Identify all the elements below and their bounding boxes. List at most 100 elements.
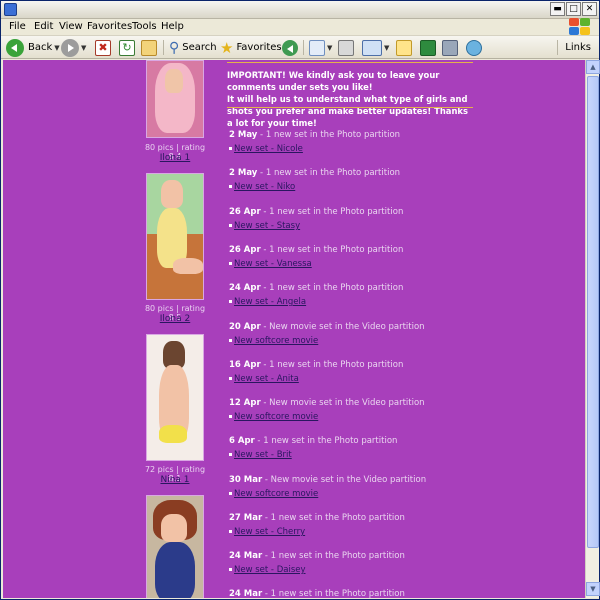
bullet-icon	[229, 492, 232, 495]
star-icon: ★	[220, 38, 234, 57]
window-controls: ▬ □ ✕	[550, 2, 597, 16]
bullet-icon	[229, 224, 232, 227]
bullet-icon	[229, 453, 232, 456]
news-item: 24 Mar - 1 new set in the Photo partitio…	[229, 589, 405, 598]
menu-favorites[interactable]: Favorites	[87, 21, 132, 32]
discuss-button[interactable]	[396, 38, 412, 57]
history-icon	[282, 39, 298, 56]
edit-button[interactable]: ▼	[362, 38, 389, 57]
model-thumbnail[interactable]	[146, 334, 204, 461]
edit-dropdown-icon[interactable]: ▼	[384, 44, 389, 52]
news-item: 12 Apr - New movie set in the Video part…	[229, 398, 425, 422]
news-link[interactable]: New set - Vanessa	[234, 259, 312, 269]
model-thumbnail[interactable]	[146, 60, 204, 138]
menu-edit[interactable]: Edit	[34, 21, 53, 32]
grid-icon	[420, 39, 436, 56]
browser-window: ▬ □ ✕ File Edit View Favorites Tools Hel…	[0, 0, 600, 600]
news-link[interactable]: New set - Stasy	[234, 221, 300, 231]
scroll-down-icon[interactable]: ▼	[586, 582, 600, 596]
back-button[interactable]: Back ▼	[6, 38, 60, 57]
mail-button[interactable]: ▼	[309, 38, 332, 57]
print-button[interactable]	[338, 38, 354, 57]
news-link[interactable]: New set - Daisey	[234, 565, 306, 575]
bullet-icon	[229, 300, 232, 303]
news-link[interactable]: New set - Niko	[234, 182, 295, 192]
maximize-button[interactable]: □	[566, 2, 581, 16]
news-item: 24 Mar - 1 new set in the Photo partitio…	[229, 551, 405, 575]
news-item: 6 Apr - 1 new set in the Photo partition…	[229, 436, 398, 460]
back-arrow-icon	[6, 38, 24, 57]
windows-logo-icon	[567, 17, 593, 37]
news-link[interactable]: New softcore movie	[234, 489, 318, 499]
news-item: 2 May - 1 new set in the Photo partition…	[229, 130, 401, 154]
history-button[interactable]	[282, 38, 298, 57]
news-item: 27 Mar - 1 new set in the Photo partitio…	[229, 513, 405, 537]
home-button[interactable]	[141, 38, 157, 57]
favorites-button[interactable]: ★ Favorites	[220, 38, 282, 57]
news-item: 26 Apr - 1 new set in the Photo partitio…	[229, 207, 404, 231]
news-link[interactable]: New set - Cherry	[234, 527, 305, 537]
bullet-icon	[229, 377, 232, 380]
scroll-up-icon[interactable]: ▲	[586, 60, 600, 74]
news-item: 16 Apr - 1 new set in the Photo partitio…	[229, 360, 404, 384]
mail-icon	[309, 39, 325, 56]
news-link[interactable]: New set - Nicole	[234, 144, 303, 154]
toolbar-separator	[163, 40, 164, 55]
menu-tools[interactable]: Tools	[132, 21, 157, 32]
research-icon	[442, 39, 458, 56]
search-button[interactable]: ⚲ Search	[169, 38, 217, 57]
model-thumbnail[interactable]	[146, 495, 204, 598]
note-icon	[396, 39, 412, 56]
back-dropdown-icon[interactable]: ▼	[54, 44, 59, 52]
toolbar-separator	[557, 40, 558, 55]
research-button[interactable]	[442, 38, 458, 57]
refresh-button[interactable]: ↻	[119, 38, 135, 57]
page-content: 80 pics | rating 8.4 Ilona 1 80 pics | r…	[3, 60, 585, 598]
home-icon	[141, 39, 157, 56]
vertical-scrollbar[interactable]: ▲ ▼	[585, 60, 600, 598]
bullet-icon	[229, 530, 232, 533]
minimize-button[interactable]: ▬	[550, 2, 565, 16]
news-link[interactable]: New softcore movie	[234, 336, 318, 346]
bullet-icon	[229, 147, 232, 150]
stop-icon: ✖	[95, 39, 111, 56]
news-item: 24 Apr - 1 new set in the Photo partitio…	[229, 283, 404, 307]
news-item: 20 Apr - New movie set in the Video part…	[229, 322, 425, 346]
model-link[interactable]: Ilona 2	[140, 314, 210, 324]
contacts-button[interactable]	[466, 38, 482, 57]
news-link[interactable]: New set - Angela	[234, 297, 306, 307]
news-link[interactable]: New set - Brit	[234, 450, 292, 460]
bullet-icon	[229, 185, 232, 188]
forward-dropdown-icon[interactable]: ▼	[81, 44, 86, 52]
messenger-button[interactable]	[420, 38, 436, 57]
news-link[interactable]: New set - Anita	[234, 374, 299, 384]
news-link[interactable]: New softcore movie	[234, 412, 318, 422]
bullet-icon	[229, 415, 232, 418]
bullet-icon	[229, 262, 232, 265]
model-link[interactable]: Nina 1	[140, 475, 210, 485]
edit-page-icon	[362, 39, 382, 56]
refresh-icon: ↻	[119, 39, 135, 56]
stop-button[interactable]: ✖	[95, 38, 111, 57]
notice-divider-bottom	[227, 107, 473, 108]
model-thumbnail[interactable]	[146, 173, 204, 300]
title-bar: ▬ □ ✕	[1, 1, 599, 19]
toolbar: Back ▼ ▼ ✖ ↻ ⚲ Search ★ Favorites ▼ ▼ Li…	[1, 36, 599, 59]
forward-button[interactable]: ▼	[61, 38, 86, 57]
model-link[interactable]: Ilona 1	[140, 153, 210, 163]
mail-dropdown-icon[interactable]: ▼	[327, 44, 332, 52]
ie-icon	[4, 3, 17, 16]
menu-help[interactable]: Help	[161, 21, 184, 32]
menu-file[interactable]: File	[9, 21, 26, 32]
search-icon: ⚲	[169, 39, 180, 56]
links-button[interactable]: Links	[565, 42, 591, 53]
scroll-thumb[interactable]	[587, 76, 599, 548]
users-icon	[466, 39, 482, 56]
toolbar-separator	[303, 40, 304, 55]
menu-view[interactable]: View	[59, 21, 83, 32]
menu-bar: File Edit View Favorites Tools Help	[1, 19, 599, 36]
bullet-icon	[229, 568, 232, 571]
close-button[interactable]: ✕	[582, 2, 597, 16]
forward-arrow-icon	[61, 38, 79, 57]
comment-notice: IMPORTANT! We kindly ask you to leave yo…	[227, 70, 468, 128]
